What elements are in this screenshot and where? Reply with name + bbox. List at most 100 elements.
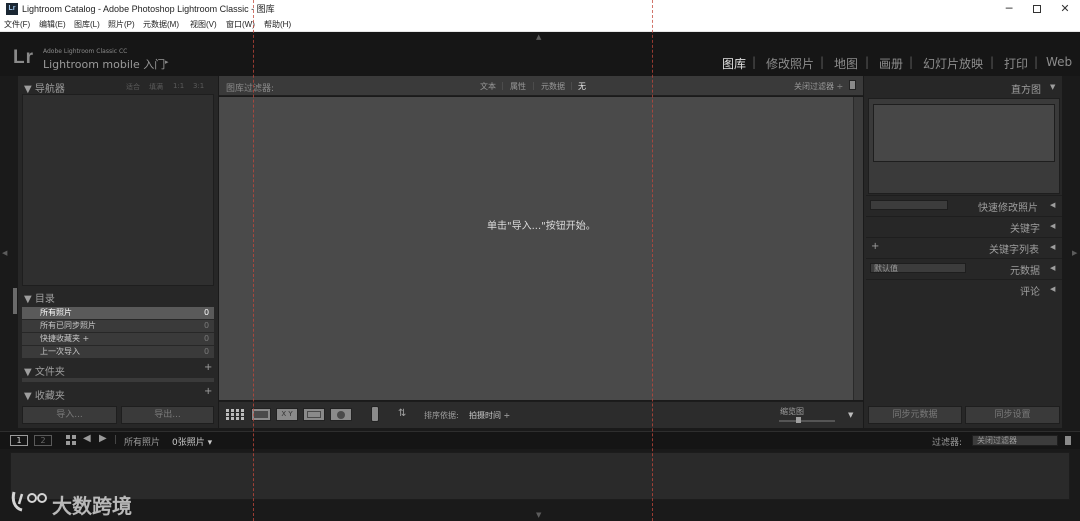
add-collection-icon[interactable]: +: [204, 386, 212, 397]
sort-dropdown[interactable]: 拍摄时间 ÷: [469, 410, 510, 421]
module-slideshow[interactable]: 幻灯片放映: [923, 55, 983, 72]
top-panel-toggle-icon[interactable]: ▲: [536, 33, 541, 41]
sync-settings-button[interactable]: 同步设置: [965, 406, 1060, 424]
menu-help[interactable]: 帮助(H): [264, 19, 291, 31]
left-panel-toggle-icon[interactable]: ◀: [2, 249, 7, 257]
metadata-header[interactable]: 元数据: [1010, 262, 1040, 277]
close-icon[interactable]: ✕: [1050, 0, 1080, 18]
keyword-list-header[interactable]: 关键字列表: [989, 241, 1039, 256]
identity-arrow-icon[interactable]: ▸: [165, 58, 169, 66]
catalog-header[interactable]: ▼ 目录: [24, 290, 55, 305]
module-book[interactable]: 画册: [879, 55, 903, 72]
next-icon[interactable]: ▶: [99, 433, 107, 444]
compare-view-icon[interactable]: X Y: [276, 408, 298, 421]
filter-text[interactable]: 文本: [480, 81, 496, 92]
navigator-preview[interactable]: [22, 94, 214, 286]
thumbnail-size-label: 缩览图: [780, 407, 804, 416]
module-web[interactable]: Web: [1046, 55, 1072, 69]
toolbar-menu-icon[interactable]: ▼: [848, 411, 853, 419]
histogram-graph: [873, 104, 1055, 162]
menu-window[interactable]: 窗口(W): [226, 19, 255, 31]
guide-line: [253, 0, 254, 521]
grid-view[interactable]: [219, 97, 853, 400]
catalog-row-quick-collection[interactable]: 快捷收藏夹 + 0: [22, 333, 214, 345]
filmstrip[interactable]: [10, 452, 1070, 500]
module-separator: |: [820, 55, 825, 69]
loupe-view-icon[interactable]: [251, 408, 271, 421]
filter-attribute[interactable]: 属性: [510, 81, 526, 92]
filmstrip-source[interactable]: 所有照片: [124, 435, 160, 448]
module-map[interactable]: 地图: [834, 55, 858, 72]
minimize-icon[interactable]: ─: [994, 0, 1024, 18]
sync-metadata-button[interactable]: 同步元数据: [868, 406, 962, 424]
collections-header[interactable]: ▼ 收藏夹: [24, 387, 65, 402]
thumbnail-slider-handle[interactable]: [796, 417, 801, 423]
comments-expand-icon[interactable]: ◀: [1050, 285, 1055, 293]
main-monitor-button[interactable]: 1: [10, 435, 28, 446]
histogram-collapse-icon[interactable]: ▼: [1050, 83, 1055, 91]
left-panel-scrollbar[interactable]: [13, 288, 17, 314]
module-print[interactable]: 打印: [1004, 55, 1028, 72]
navigator-3to1[interactable]: 3:1: [193, 82, 204, 90]
people-view-icon[interactable]: [330, 408, 352, 421]
quick-develop-header[interactable]: 快速修改照片: [978, 199, 1038, 214]
catalog-row-label: 所有照片: [40, 308, 72, 317]
menu-metadata[interactable]: 元数据(M): [143, 19, 179, 31]
grid-mode-icon[interactable]: [66, 435, 76, 445]
navigator-fit[interactable]: 适合: [126, 82, 140, 92]
saved-preset-dropdown[interactable]: [870, 200, 948, 210]
filmstrip-photo-count[interactable]: 0张照片 ▾: [172, 435, 212, 448]
menu-library[interactable]: 图库(L): [74, 19, 100, 31]
import-button[interactable]: 导入...: [22, 406, 117, 424]
menu-view[interactable]: 视图(V): [190, 19, 217, 31]
navigator-header[interactable]: ▼ 导航器: [24, 80, 65, 95]
menu-edit[interactable]: 编辑(E): [39, 19, 66, 31]
histogram-header[interactable]: 直方图: [1011, 81, 1041, 96]
keyword-list-expand-icon[interactable]: ◀: [1050, 243, 1055, 251]
navigator-1to1[interactable]: 1:1: [173, 82, 184, 90]
menu-photo[interactable]: 照片(P): [108, 19, 135, 31]
catalog-row-all-photos[interactable]: 所有照片 0: [22, 307, 214, 319]
filmstrip-lock-icon[interactable]: [1065, 436, 1071, 445]
filter-none[interactable]: 无: [578, 81, 586, 92]
keywording-expand-icon[interactable]: ◀: [1050, 222, 1055, 230]
module-separator: |: [1034, 55, 1039, 69]
catalog-row-previous-import[interactable]: 上一次导入 0: [22, 346, 214, 358]
filmstrip-filter-dropdown[interactable]: 关闭过滤器: [972, 435, 1058, 446]
quick-develop-expand-icon[interactable]: ◀: [1050, 201, 1055, 209]
module-library[interactable]: 图库: [722, 55, 746, 72]
sort-label: 排序依据:: [424, 411, 459, 420]
filter-lock-icon[interactable]: [849, 80, 856, 90]
sort-direction-icon[interactable]: ⇅: [398, 408, 406, 419]
catalog-row-count: 0: [204, 334, 210, 343]
metadata-preset-dropdown[interactable]: 默认值: [870, 263, 966, 273]
folders-header[interactable]: ▼ 文件夹: [24, 363, 65, 378]
second-monitor-button[interactable]: 2: [34, 435, 52, 446]
maximize-icon[interactable]: [1022, 0, 1052, 18]
add-folder-icon[interactable]: +: [204, 362, 212, 373]
filter-preset-dropdown[interactable]: 关闭过滤器 ÷: [794, 81, 843, 92]
filter-separator: |: [532, 81, 535, 90]
spray-can-icon[interactable]: [371, 406, 379, 422]
thumbnail-size-slider[interactable]: [779, 420, 835, 422]
export-button[interactable]: 导出...: [121, 406, 214, 424]
survey-view-icon[interactable]: [303, 408, 325, 421]
menu-file[interactable]: 文件(F): [4, 19, 30, 31]
filmstrip-filter-label: 过滤器:: [932, 438, 963, 448]
keywording-header[interactable]: 关键字: [1010, 220, 1040, 235]
navigator-fill[interactable]: 填满: [149, 82, 163, 92]
grid-view-icon[interactable]: [224, 407, 246, 422]
catalog-row-count: 0: [204, 347, 210, 356]
filter-metadata[interactable]: 元数据: [541, 81, 565, 92]
lightroom-mobile-link[interactable]: Lightroom mobile 入门: [43, 56, 165, 72]
catalog-row-synced[interactable]: 所有已同步照片 0: [22, 320, 214, 332]
grid-scrollbar[interactable]: [853, 97, 863, 400]
lightroom-app-icon: Lr: [6, 3, 18, 15]
metadata-expand-icon[interactable]: ◀: [1050, 264, 1055, 272]
comments-header[interactable]: 评论: [1020, 283, 1040, 298]
module-develop[interactable]: 修改照片: [766, 55, 814, 72]
filmstrip-toggle-icon[interactable]: ▼: [536, 511, 541, 519]
add-keyword-icon[interactable]: +: [871, 241, 879, 252]
right-panel-toggle-icon[interactable]: ▶: [1072, 249, 1077, 257]
previous-icon[interactable]: ◀: [83, 433, 91, 444]
